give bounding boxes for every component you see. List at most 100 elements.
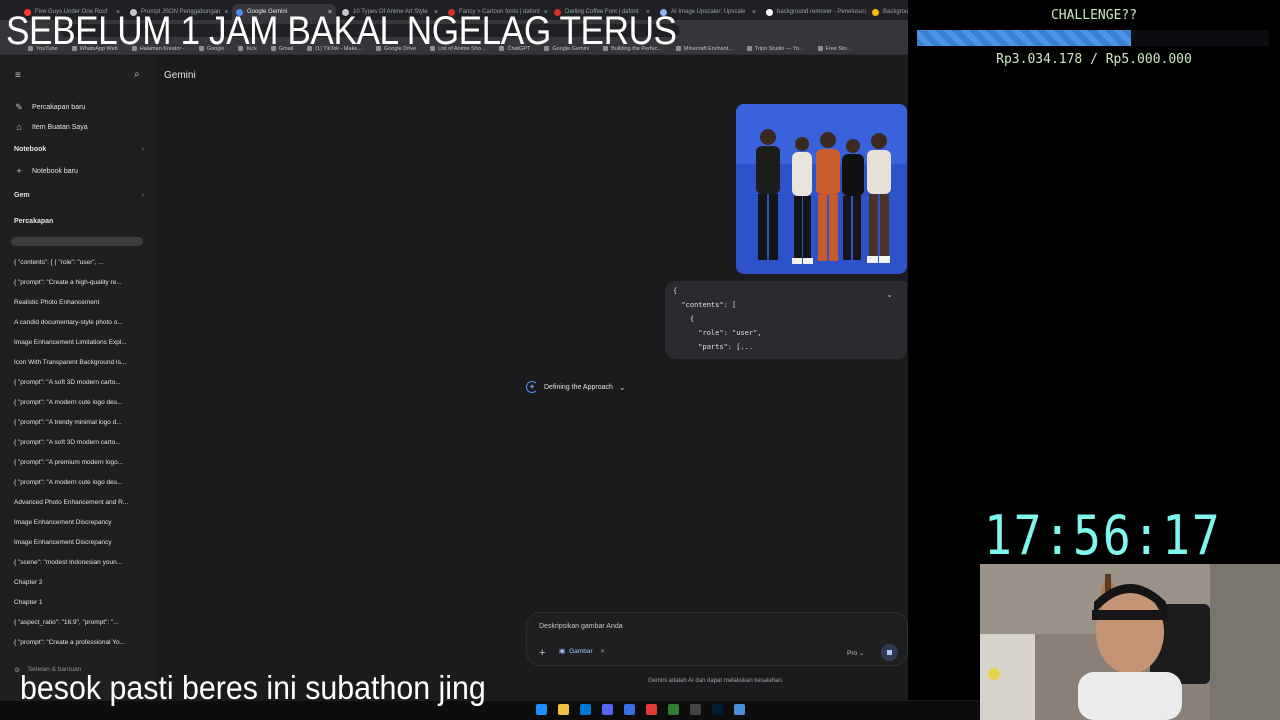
- expand-chevron-icon[interactable]: ⌄: [886, 290, 893, 299]
- chat-history-item[interactable]: { "prompt": "Create a professional Yo...: [14, 639, 144, 646]
- obs-icon[interactable]: [690, 704, 701, 715]
- bookmark-item[interactable]: Free Sto...: [817, 43, 852, 54]
- webcam-image: [980, 564, 1280, 720]
- chat-history-item[interactable]: { "aspect_ratio": "16:9", "prompt": "...: [14, 619, 144, 626]
- chat-history-item[interactable]: A candid documentary-style photo o...: [14, 319, 144, 326]
- page-title: Gemini: [164, 70, 196, 81]
- webcam-feed: [980, 564, 1280, 720]
- app-icon[interactable]: [536, 704, 547, 715]
- bookmark-label: Free Sto...: [825, 45, 852, 52]
- chat-history-item[interactable]: { "prompt": "A modern cute logo des...: [14, 479, 144, 486]
- bookmark-label: Minecraft Enchant...: [683, 45, 733, 52]
- browser-tab[interactable]: background remover - Penelusuran×: [762, 4, 866, 20]
- chevron-down-icon: ⌄: [618, 382, 626, 392]
- challenge-progress-bar: [917, 30, 1269, 46]
- discord-icon[interactable]: [602, 704, 613, 715]
- challenge-amount: Rp3.034.178 / Rp5.000.000: [996, 52, 1192, 67]
- image-tool-label: Gambar: [569, 647, 593, 655]
- prompt-input-box[interactable]: Deskripsikan gambar Anda + ▣ Gambar × Pr…: [526, 612, 908, 666]
- challenge-progress-fill: [917, 30, 1131, 46]
- chats-section-label: Percakapan: [14, 218, 54, 225]
- bookmark-label: Tripo Studio — Yo...: [754, 45, 804, 52]
- notebook-section-label: Notebook: [14, 146, 47, 153]
- stream-headline: SEBELUM 1 JAM BAKAL NGELAG TERUS: [6, 9, 677, 53]
- bookmark-item[interactable]: Tripo Studio — Yo...: [746, 43, 804, 54]
- chat-history-item[interactable]: { "prompt": "A modern cute logo des...: [14, 399, 144, 406]
- subtitle-caption: besok pasti beres ini subathon jing: [20, 669, 486, 706]
- brave-icon[interactable]: [646, 704, 657, 715]
- app-icon[interactable]: [580, 704, 591, 715]
- image-icon: ▣: [559, 648, 566, 655]
- chat-history-item[interactable]: Image Enhancement Discrepancy: [14, 539, 144, 546]
- chat-history-item[interactable]: Image Enhancement Limitations Expl...: [14, 339, 144, 346]
- stop-icon: [887, 650, 892, 655]
- close-icon[interactable]: ×: [601, 648, 605, 655]
- thinking-label: Defining the Approach: [544, 383, 613, 391]
- bookmark-favicon-icon: [746, 46, 752, 51]
- active-chat-highlight[interactable]: [11, 237, 143, 246]
- notebook-section[interactable]: Notebook ›: [14, 146, 144, 153]
- folder-icon[interactable]: [558, 704, 569, 715]
- chat-history-item[interactable]: { "prompt": "A soft 3D modern carto...: [14, 379, 144, 386]
- chat-history-item[interactable]: Realistic Photo Enhancement: [14, 299, 144, 306]
- user-message-bubble: { "contents": [ { "role": "user", "parts…: [665, 281, 907, 359]
- tab-label: AI Image Upscaler: Upscale: [671, 9, 746, 15]
- my-items-button[interactable]: ⌂ Item Buatan Saya: [14, 122, 88, 132]
- sparkle-spinner-icon: ✦: [526, 381, 538, 393]
- chevron-down-icon: ⌄: [858, 650, 865, 657]
- message-line: "parts": [...: [673, 343, 754, 351]
- tab-label: Background: [883, 9, 908, 15]
- challenge-panel: CHALLENGE?? Rp3.034.178 / Rp5.000.000: [908, 0, 1280, 76]
- new-chat-label: Percakapan baru: [32, 104, 86, 111]
- chat-history-item[interactable]: Icon With Transparent Background Is...: [14, 359, 144, 366]
- gear-icon: ⚙: [14, 667, 20, 674]
- chat-history-item[interactable]: { "prompt": "A soft 3D modern carto...: [14, 439, 144, 446]
- chat-history-item[interactable]: { "prompt": "A premium modern logo...: [14, 459, 144, 466]
- add-attachment-icon[interactable]: +: [539, 647, 545, 659]
- tab-label: background remover - Penelusuran: [777, 9, 866, 15]
- disclaimer-text: Gemini adalah AI dan dapat melakukan kes…: [648, 678, 784, 684]
- close-tab-icon[interactable]: ×: [752, 9, 756, 16]
- stop-button[interactable]: [881, 644, 898, 661]
- chat-history-item[interactable]: { "prompt": "Create a high-quality re...: [14, 279, 144, 286]
- message-line: {: [673, 287, 678, 295]
- group-photo-image: [736, 104, 907, 274]
- chats-section: Percakapan: [14, 218, 144, 225]
- search-icon[interactable]: ⌕: [134, 69, 140, 80]
- chat-history-item[interactable]: Image Enhancement Discrepancy: [14, 519, 144, 526]
- chat-history-item[interactable]: { "prompt": "A trendy minimal logo d...: [14, 419, 144, 426]
- plus-icon: +: [16, 166, 22, 176]
- message-line: "contents": [: [673, 301, 737, 309]
- message-line: {: [673, 315, 695, 323]
- browser-tab[interactable]: Background×: [868, 4, 908, 20]
- gem-section[interactable]: Gem ›: [14, 192, 144, 199]
- model-label: Pro: [847, 650, 858, 657]
- bookmark-item[interactable]: Minecraft Enchant...: [675, 43, 733, 54]
- chat-area: Gemini {"contents": [{"role": "user",…: [156, 56, 908, 700]
- thinking-status[interactable]: ✦ Defining the Approach ⌄: [526, 381, 626, 393]
- stream-clock: 17:56:17: [984, 504, 1222, 567]
- challenge-title: CHALLENGE??: [1050, 8, 1138, 23]
- new-notebook-button[interactable]: + Notebook baru: [14, 166, 78, 176]
- chat-history-item[interactable]: Chapter 2: [14, 579, 144, 586]
- model-selector[interactable]: Pro ⌄: [847, 649, 864, 657]
- play-icon[interactable]: [668, 704, 679, 715]
- chevron-right-icon: ›: [141, 192, 144, 199]
- chat-history-item[interactable]: Chapter 1: [14, 599, 144, 606]
- my-items-label: Item Buatan Saya: [32, 123, 88, 131]
- chevron-right-icon: ›: [141, 146, 144, 153]
- user-uploaded-image[interactable]: [736, 104, 907, 274]
- chat-history-item[interactable]: { "contents": [ { "role": "user", ...: [14, 259, 144, 266]
- new-notebook-label: Notebook baru: [32, 167, 78, 175]
- home-icon: ⌂: [16, 122, 22, 132]
- chat-history-item[interactable]: { "scene": "modest Indonesian youn...: [14, 559, 144, 566]
- photoshop-icon[interactable]: [712, 704, 723, 715]
- new-chat-button[interactable]: ✎ Percakapan baru: [14, 102, 85, 113]
- chat-history-item[interactable]: Advanced Photo Enhancement and R...: [14, 499, 144, 506]
- app-icon[interactable]: [624, 704, 635, 715]
- app-icon[interactable]: [734, 704, 745, 715]
- prompt-placeholder[interactable]: Deskripsikan gambar Anda: [539, 623, 623, 630]
- image-tool-chip[interactable]: ▣ Gambar ×: [559, 647, 605, 656]
- tab-favicon-icon: [766, 8, 773, 16]
- menu-icon[interactable]: ≡: [15, 70, 21, 81]
